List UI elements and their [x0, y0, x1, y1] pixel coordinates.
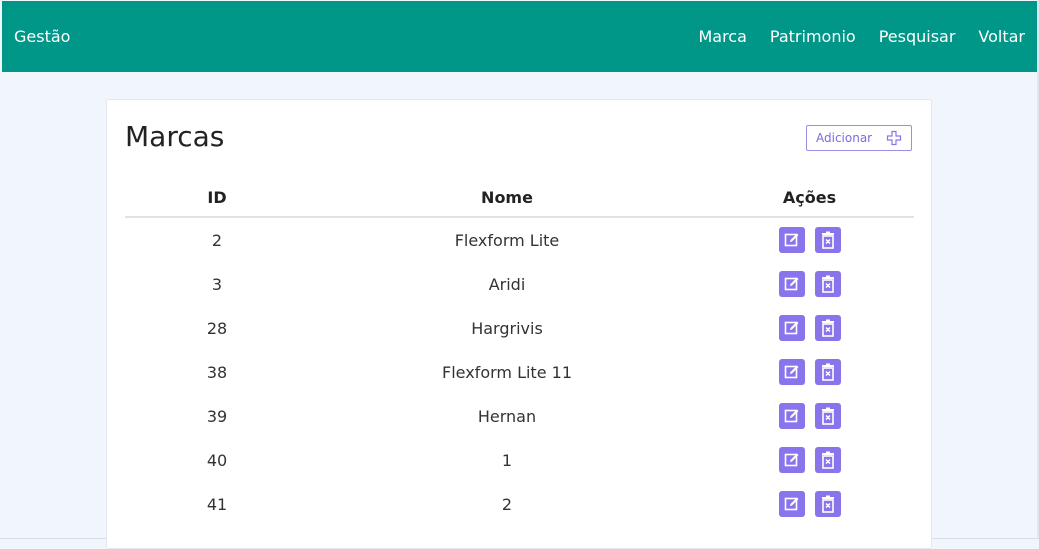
cell-actions	[705, 350, 914, 394]
cell-id: 40	[206, 450, 228, 470]
column-header-id: ID	[125, 178, 309, 218]
edit-icon	[784, 321, 798, 335]
cell-actions	[705, 482, 914, 526]
cell-actions	[705, 438, 914, 482]
nav-link-patrimonio[interactable]: Patrimonio	[770, 27, 856, 46]
cell-nome: Flexform Lite	[454, 230, 560, 250]
cell-nome: Hargrivis	[471, 318, 543, 338]
trash-icon	[821, 495, 834, 513]
plus-outline-icon	[886, 130, 902, 146]
cell-id: 2	[211, 230, 223, 250]
delete-button[interactable]	[814, 491, 841, 517]
cell-nome: Flexform Lite 11	[442, 362, 572, 382]
table-body: 2 Flexform Lite 3 Aridi 28 Hargrivis 38 …	[125, 217, 914, 526]
cell-actions	[705, 394, 914, 438]
edit-button[interactable]	[778, 403, 805, 429]
cell-actions	[705, 306, 914, 350]
edit-icon	[784, 453, 798, 467]
page-title: Marcas	[125, 120, 225, 153]
trash-icon	[821, 407, 834, 425]
edit-icon	[784, 365, 798, 379]
delete-button[interactable]	[814, 447, 841, 473]
edit-button[interactable]	[778, 447, 805, 473]
nav-links: Marca Patrimonio Pesquisar Voltar	[675, 27, 1025, 46]
nav-link-voltar[interactable]: Voltar	[978, 27, 1025, 46]
edit-button[interactable]	[778, 315, 805, 341]
edit-button[interactable]	[778, 271, 805, 297]
table-row: 3 Aridi	[125, 262, 914, 306]
cell-id: 41	[206, 494, 228, 514]
column-header-acoes: Ações	[705, 178, 914, 218]
edit-button[interactable]	[778, 227, 805, 253]
add-button-label: Adicionar	[816, 131, 873, 145]
edit-button[interactable]	[778, 491, 805, 517]
brands-table: ID Nome Ações 2 Flexform Lite 3 Aridi 28…	[125, 178, 914, 526]
cell-actions	[705, 262, 914, 306]
cell-id: 3	[211, 274, 223, 294]
delete-button[interactable]	[814, 403, 841, 429]
cell-actions	[705, 217, 914, 262]
table-row: 40 1	[125, 438, 914, 482]
trash-icon	[821, 231, 834, 249]
delete-button[interactable]	[814, 227, 841, 253]
table-row: 38 Flexform Lite 11	[125, 350, 914, 394]
edit-button[interactable]	[778, 359, 805, 385]
trash-icon	[821, 451, 834, 469]
brand-link[interactable]: Gestão	[14, 27, 70, 46]
edit-icon	[784, 409, 798, 423]
cell-id: 39	[206, 406, 228, 426]
table-row: 2 Flexform Lite	[125, 217, 914, 262]
delete-button[interactable]	[814, 271, 841, 297]
edit-icon	[784, 233, 798, 247]
trash-icon	[821, 319, 834, 337]
nav-link-marca[interactable]: Marca	[698, 27, 746, 46]
edit-icon	[784, 497, 798, 511]
delete-button[interactable]	[814, 315, 841, 341]
cell-id: 28	[206, 318, 228, 338]
brands-card: Marcas Adicionar ID Nome Ações 2 Flexfor…	[106, 99, 932, 549]
cell-nome: Hernan	[477, 406, 537, 426]
cell-nome: Aridi	[488, 274, 526, 294]
add-brand-button[interactable]: Adicionar	[806, 125, 912, 151]
cell-nome: 2	[501, 494, 513, 514]
table-row: 28 Hargrivis	[125, 306, 914, 350]
cell-id: 38	[206, 362, 228, 382]
trash-icon	[821, 363, 834, 381]
edit-icon	[784, 277, 798, 291]
top-navbar: Gestão Marca Patrimonio Pesquisar Voltar	[2, 1, 1037, 72]
column-header-nome: Nome	[309, 178, 705, 218]
table-row: 39 Hernan	[125, 394, 914, 438]
trash-icon	[821, 275, 834, 293]
cell-nome: 1	[501, 450, 513, 470]
table-row: 41 2	[125, 482, 914, 526]
delete-button[interactable]	[814, 359, 841, 385]
nav-link-pesquisar[interactable]: Pesquisar	[879, 27, 956, 46]
table-header-row: ID Nome Ações	[125, 178, 914, 218]
